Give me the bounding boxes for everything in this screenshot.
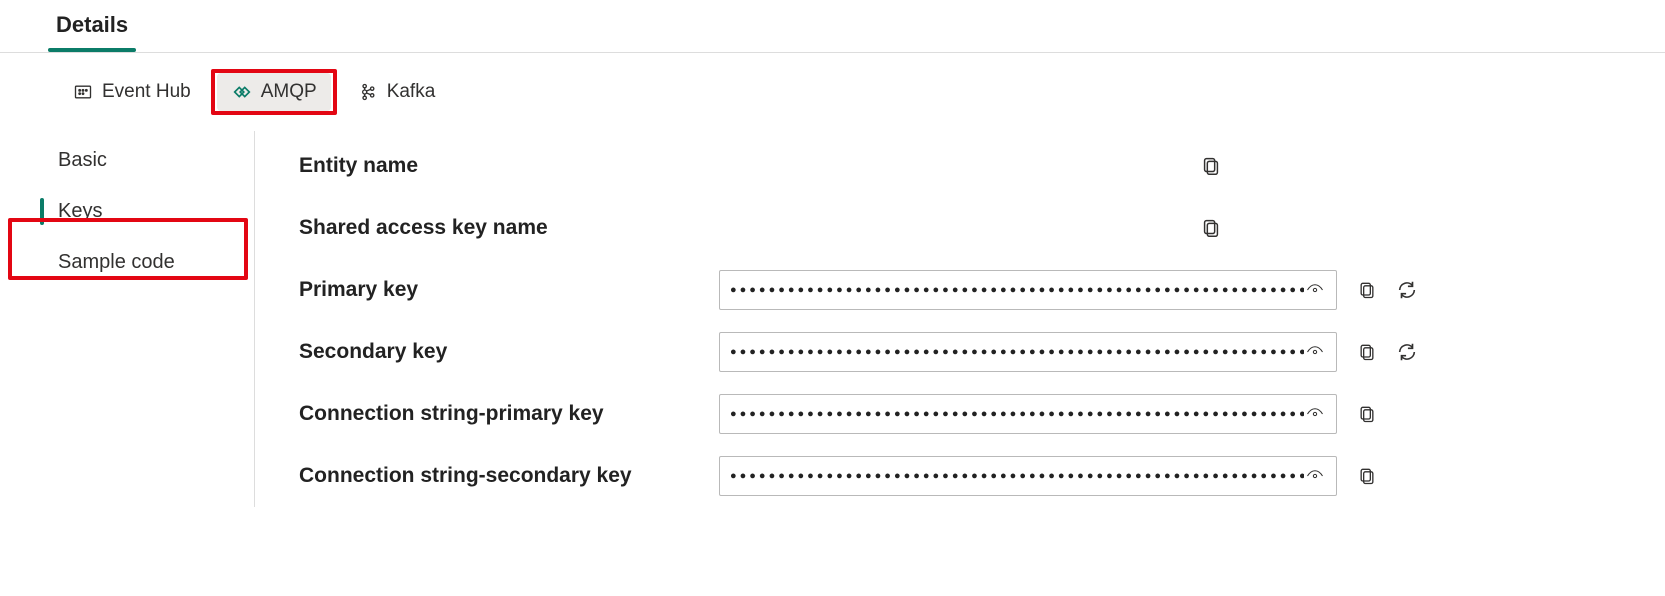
row-connection-string-secondary: Connection string-secondary key ●●●●●●●●… (299, 445, 1665, 507)
label-connection-string-primary: Connection string-primary key (299, 402, 719, 426)
regenerate-button-primary-key[interactable] (1395, 278, 1419, 302)
label-shared-access-key-name: Shared access key name (299, 216, 719, 240)
main-panel: Entity name Shared access key name Prima… (255, 131, 1665, 507)
copy-button-primary-key[interactable] (1355, 278, 1379, 302)
top-tabs: Details (0, 0, 1665, 53)
protocol-tab-event-hub-label: Event Hub (102, 81, 191, 103)
row-entity-name: Entity name (299, 135, 1665, 197)
protocol-tab-kafka-label: Kafka (387, 81, 436, 103)
connection-string-primary-field[interactable]: ●●●●●●●●●●●●●●●●●●●●●●●●●●●●●●●●●●●●●●●●… (719, 394, 1337, 434)
tab-details-label: Details (56, 12, 128, 37)
row-connection-string-primary: Connection string-primary key ●●●●●●●●●●… (299, 383, 1665, 445)
row-primary-key: Primary key ●●●●●●●●●●●●●●●●●●●●●●●●●●●●… (299, 259, 1665, 321)
reveal-button-primary-key[interactable] (1304, 279, 1326, 301)
label-connection-string-secondary: Connection string-secondary key (299, 464, 719, 488)
sidebar-item-keys-label: Keys (58, 200, 102, 222)
protocol-tab-event-hub[interactable]: Event Hub (58, 73, 205, 111)
copy-button-entity-name[interactable] (1199, 154, 1223, 178)
primary-key-mask: ●●●●●●●●●●●●●●●●●●●●●●●●●●●●●●●●●●●●●●●●… (730, 284, 1304, 296)
connection-string-secondary-field[interactable]: ●●●●●●●●●●●●●●●●●●●●●●●●●●●●●●●●●●●●●●●●… (719, 456, 1337, 496)
connection-string-primary-mask: ●●●●●●●●●●●●●●●●●●●●●●●●●●●●●●●●●●●●●●●●… (730, 408, 1304, 420)
copy-button-secondary-key[interactable] (1355, 340, 1379, 364)
reveal-button-connection-string-primary[interactable] (1304, 403, 1326, 425)
sidebar-item-sample-code-label: Sample code (58, 251, 175, 273)
amqp-icon (231, 81, 253, 103)
row-shared-access-key-name: Shared access key name (299, 197, 1665, 259)
label-secondary-key: Secondary key (299, 340, 719, 364)
protocol-tab-amqp[interactable]: AMQP (217, 73, 331, 111)
protocol-tabs: Event Hub AMQP (0, 53, 1665, 131)
tab-details[interactable]: Details (40, 0, 144, 52)
connection-string-secondary-mask: ●●●●●●●●●●●●●●●●●●●●●●●●●●●●●●●●●●●●●●●●… (730, 470, 1304, 482)
regenerate-button-secondary-key[interactable] (1395, 340, 1419, 364)
copy-button-shared-access-key-name[interactable] (1199, 216, 1223, 240)
copy-button-connection-string-secondary[interactable] (1355, 464, 1379, 488)
copy-button-connection-string-primary[interactable] (1355, 402, 1379, 426)
amqp-highlight: AMQP (211, 69, 337, 115)
reveal-button-connection-string-secondary[interactable] (1304, 465, 1326, 487)
kafka-icon (357, 81, 379, 103)
label-entity-name: Entity name (299, 154, 719, 178)
sidebar-item-sample-code[interactable]: Sample code (40, 237, 254, 288)
row-secondary-key: Secondary key ●●●●●●●●●●●●●●●●●●●●●●●●●●… (299, 321, 1665, 383)
secondary-key-mask: ●●●●●●●●●●●●●●●●●●●●●●●●●●●●●●●●●●●●●●●●… (730, 346, 1304, 358)
label-primary-key: Primary key (299, 278, 719, 302)
sidebar-item-basic[interactable]: Basic (40, 135, 254, 186)
reveal-button-secondary-key[interactable] (1304, 341, 1326, 363)
sidebar-item-keys[interactable]: Keys (40, 186, 254, 237)
sidebar: Basic Keys Sample code (40, 131, 255, 507)
primary-key-field[interactable]: ●●●●●●●●●●●●●●●●●●●●●●●●●●●●●●●●●●●●●●●●… (719, 270, 1337, 310)
protocol-tab-amqp-label: AMQP (261, 81, 317, 103)
protocol-tab-kafka[interactable]: Kafka (343, 73, 450, 111)
sidebar-item-basic-label: Basic (58, 149, 107, 171)
secondary-key-field[interactable]: ●●●●●●●●●●●●●●●●●●●●●●●●●●●●●●●●●●●●●●●●… (719, 332, 1337, 372)
event-hub-icon (72, 81, 94, 103)
